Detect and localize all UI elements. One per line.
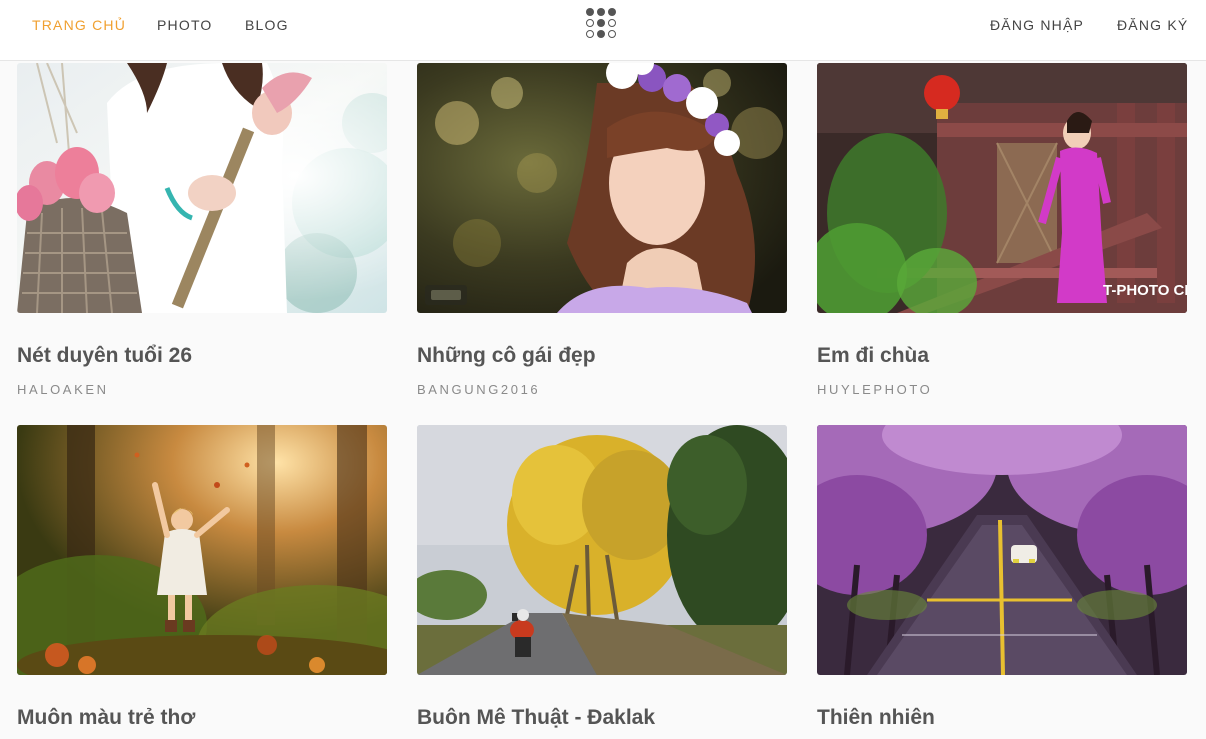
woman-at-temple-photo[interactable]: T-PHOTO CLUB [817,63,1187,313]
dot-grid-logo-icon[interactable] [586,8,618,40]
logo-dot [586,30,594,38]
top-navbar: TRANG CHỦ PHOTO BLOG ĐĂNG NHẬP ĐĂNG KÝ [0,0,1206,61]
card-title[interactable]: Những cô gái đẹp [417,344,596,368]
gallery-card[interactable]: Buôn Mê Thuật - Đaklak [417,425,787,739]
nav-home-link[interactable]: TRANG CHỦ [32,17,126,33]
nav-photo-link[interactable]: PHOTO [157,17,213,33]
card-title[interactable]: Nét duyên tuổi 26 [17,344,192,368]
logo-dot [597,8,605,16]
gallery-card[interactable]: T-PHOTO CLUB Em đi chùa HUYLEPHOTO [817,63,1187,403]
nav-register-link[interactable]: ĐĂNG KÝ [1117,17,1188,33]
logo-dot [586,8,594,16]
purple-blossom-road-photo[interactable] [817,425,1187,675]
card-title[interactable]: Muôn màu trẻ thơ [17,706,195,730]
logo-dot [608,8,616,16]
gallery-card[interactable]: Thiên nhiên [817,425,1187,739]
child-in-forest-photo[interactable] [17,425,387,675]
nav-login-link[interactable]: ĐĂNG NHẬP [990,17,1084,33]
gallery-card[interactable]: Muôn màu trẻ thơ [17,425,387,739]
card-title[interactable]: Thiên nhiên [817,706,935,730]
card-author[interactable]: BANGUNG2016 [417,382,540,398]
logo-dot [597,19,605,27]
logo-dot [608,30,616,38]
card-author[interactable]: HALOAKEN [17,382,109,398]
card-title[interactable]: Buôn Mê Thuật - Đaklak [417,706,655,730]
watermark-text: T-PHOTO CLUB [1103,282,1187,299]
nav-blog-link[interactable]: BLOG [245,17,289,33]
girl-flower-crown-photo[interactable] [417,63,787,313]
logo-dot [597,30,605,38]
yellow-tree-road-photo[interactable] [417,425,787,675]
gallery-card[interactable]: Nét duyên tuổi 26 HALOAKEN [17,63,387,403]
woman-with-lotus-photo[interactable] [17,63,387,313]
logo-dot [608,19,616,27]
card-author[interactable]: HUYLEPHOTO [817,382,932,398]
card-title[interactable]: Em đi chùa [817,344,929,368]
gallery-card[interactable]: Những cô gái đẹp BANGUNG2016 [417,63,787,403]
logo-dot [586,19,594,27]
